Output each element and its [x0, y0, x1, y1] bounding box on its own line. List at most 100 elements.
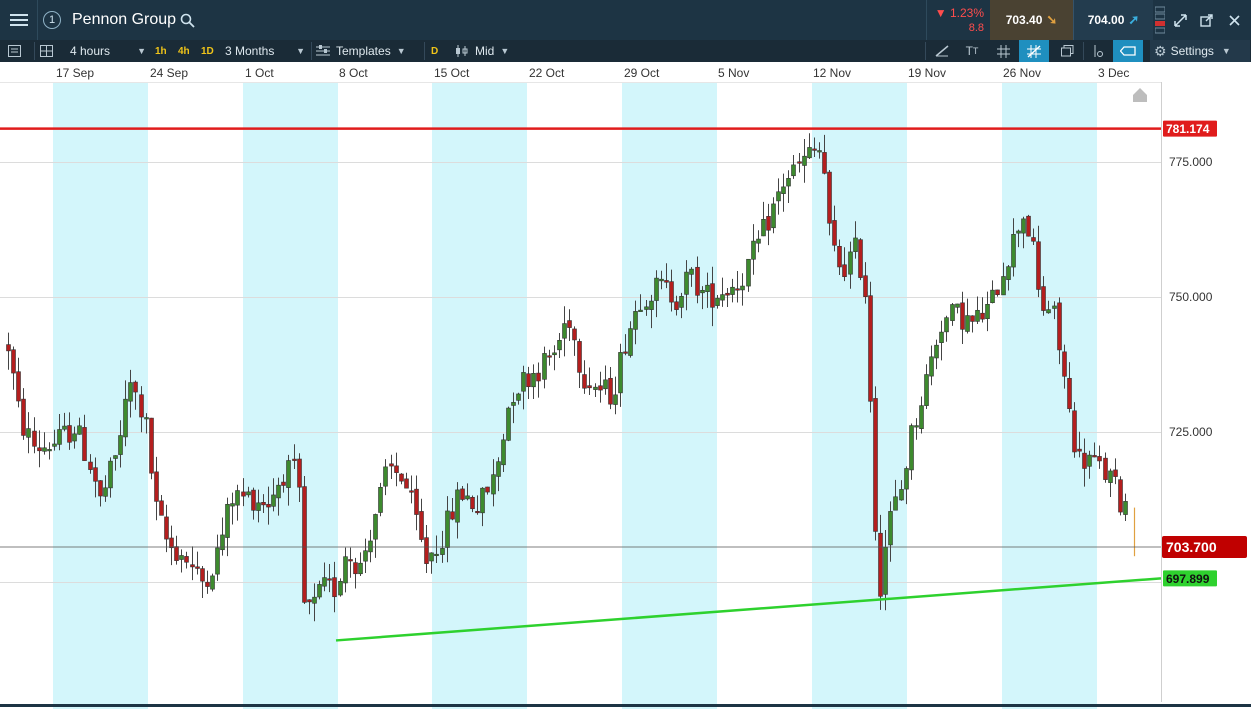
candle-body [200, 568, 205, 582]
crosshair-icon[interactable] [1019, 40, 1049, 62]
candle-body [659, 278, 664, 282]
candle-body [348, 559, 353, 562]
chart-canvas[interactable]: 17 Sep 24 Sep 1 Oct 8 Oct 15 Oct 22 Oct 29 Oct… [0, 62, 1251, 709]
candle-body [531, 373, 536, 388]
interval-1d-button[interactable]: 1D [201, 40, 217, 62]
list-icon[interactable] [8, 40, 30, 62]
date-tick-label: 15 Oct [434, 66, 470, 80]
candle-body [766, 216, 771, 231]
candle-body [281, 481, 286, 486]
candle-body [52, 443, 57, 447]
candle-body [1082, 452, 1087, 469]
candle-body [399, 473, 404, 482]
candle-body [225, 503, 230, 538]
sell-button[interactable]: 703.40 ➘ [990, 0, 1073, 40]
top-bar: 1 Pennon Group ▼ 1.23% 8.8 703.40 ➘ 704.… [0, 0, 1251, 40]
candle-body [445, 510, 450, 548]
candle-body [358, 562, 363, 575]
sell-price: 703.40 [1005, 13, 1043, 27]
candle-body [434, 553, 439, 557]
templates-dropdown[interactable]: Templates ▼ [316, 40, 420, 62]
candle-body [179, 555, 184, 560]
candle-body [475, 510, 480, 514]
home-icon[interactable] [1133, 88, 1147, 102]
templates-label: Templates [336, 44, 391, 58]
candle-body [404, 478, 409, 489]
candle-body [118, 435, 123, 455]
candle-body [174, 546, 179, 561]
candle-body [480, 487, 485, 514]
candle-body [587, 385, 592, 389]
candle-body [1087, 454, 1092, 467]
candle-body [669, 281, 674, 303]
range-dropdown[interactable]: 3 Months ▼ [222, 40, 308, 62]
text-tool-icon[interactable]: TT [960, 40, 984, 62]
candle-body [781, 186, 786, 194]
candle-body [450, 511, 455, 520]
tag-icon[interactable] [1113, 40, 1143, 62]
price-tick-label: 750.000 [1169, 290, 1213, 304]
candle-body [909, 425, 914, 471]
support-price-label: 697.899 [1163, 570, 1217, 587]
price-type-dropdown[interactable]: Mid ▼ [455, 40, 521, 62]
candle-body [286, 460, 291, 488]
candle-body [557, 340, 562, 351]
candle-body [832, 220, 837, 246]
candle-body [6, 344, 11, 352]
d-badge[interactable]: D [431, 40, 441, 62]
price-type-value: Mid [475, 44, 495, 58]
candle-body [322, 577, 327, 587]
search-icon[interactable] [176, 0, 198, 40]
candle-body [914, 425, 919, 428]
candle-body [899, 489, 904, 501]
candle-body [21, 398, 26, 436]
candle-body [1031, 237, 1036, 242]
popout-icon[interactable] [1194, 0, 1218, 40]
hamburger-menu-icon[interactable] [0, 0, 38, 40]
info-icon[interactable]: 1 [38, 0, 66, 40]
candle-body [644, 306, 649, 310]
price-chart[interactable]: 17 Sep 24 Sep 1 Oct 8 Oct 15 Oct 22 Oct 29 Oct… [0, 62, 1251, 709]
candle-body [837, 245, 842, 268]
layers-icon[interactable] [1055, 40, 1079, 62]
resize-icon[interactable] [1168, 0, 1192, 40]
candle-body [1077, 448, 1082, 452]
close-icon[interactable] [1221, 0, 1247, 40]
settings-dropdown[interactable]: ⚙ Settings ▼ [1150, 40, 1250, 62]
candle-body [195, 566, 200, 569]
grid-icon[interactable] [991, 40, 1015, 62]
indicator-icon[interactable] [1088, 40, 1108, 62]
candle-body [613, 394, 618, 405]
candle-body [389, 463, 394, 467]
candle-body [409, 490, 414, 493]
candle-body [888, 511, 893, 546]
interval-dropdown[interactable]: 4 hours ▼ [66, 40, 150, 62]
candle-body [302, 486, 307, 603]
candle-body [32, 430, 37, 447]
resistance-price-label: 781.174 [1163, 120, 1217, 137]
candle-body [735, 288, 740, 291]
candle-body [919, 405, 924, 429]
chevron-down-icon: ▼ [137, 46, 146, 56]
candle-body [485, 486, 490, 493]
candle-body [1016, 230, 1021, 234]
interval-4h-button[interactable]: 4h [178, 40, 194, 62]
candle-body [552, 352, 557, 356]
date-tick-label: 1 Oct [245, 66, 274, 80]
change-absolute: 8.8 [968, 22, 984, 34]
candle-body [761, 219, 766, 237]
buy-button[interactable]: 704.00 ➚ [1073, 0, 1153, 40]
candle-body [960, 302, 965, 330]
resistance-price-label-text: 781.174 [1166, 122, 1210, 136]
candle-body [1118, 479, 1123, 513]
week-band [243, 62, 338, 709]
candle-body [572, 328, 577, 341]
date-tick-label: 12 Nov [813, 66, 851, 80]
trendline-icon[interactable] [930, 40, 954, 62]
interval-1h-button[interactable]: 1h [155, 40, 171, 62]
candle-body [542, 353, 547, 380]
layout-icon[interactable] [40, 40, 62, 62]
depth-icon[interactable] [1153, 0, 1167, 40]
candle-body [868, 295, 873, 402]
candle-body [332, 577, 337, 598]
